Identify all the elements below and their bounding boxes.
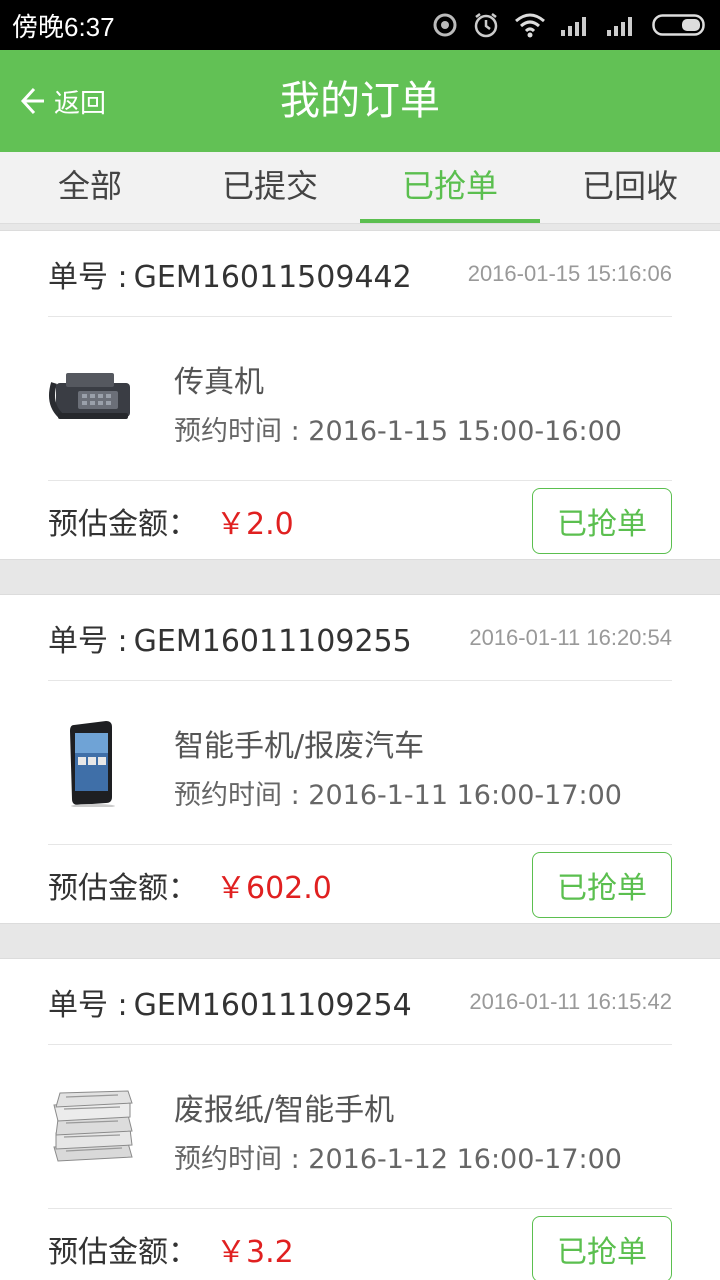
item-name: 传真机 — [174, 365, 264, 400]
alarm-icon — [474, 13, 498, 38]
order-number: 单号 : GEM16011109254 — [48, 980, 412, 1024]
sync-icon — [433, 13, 457, 37]
page-title: 我的订单 — [280, 78, 440, 124]
grabbed-status-button[interactable]: 已抢单 — [532, 488, 672, 554]
grabbed-status-button[interactable]: 已抢单 — [532, 1216, 672, 1280]
order-number: 单号 : GEM16011509442 — [48, 252, 412, 296]
appointment-label: 预约时间 : — [174, 1144, 300, 1175]
signal-icon — [561, 17, 586, 36]
order-number-label: 单号 : — [48, 987, 128, 1023]
tab-grabbed[interactable]: 已抢单 — [360, 152, 540, 223]
status-icons — [432, 11, 708, 39]
order-footer: 预估金额： ￥3.2 已抢单 — [48, 1209, 672, 1280]
estimate-label: 预估金额： — [48, 507, 198, 542]
order-number-value: GEM16011509442 — [133, 259, 412, 295]
order-header: 单号 : GEM16011109255 2016-01-11 16:20:54 — [48, 595, 672, 681]
order-body: 废报纸/智能手机 预约时间 : 2016-1-12 16:00-17:00 — [48, 1045, 672, 1209]
order-list: 单号 : GEM16011509442 2016-01-15 15:16:06 传… — [0, 224, 720, 1280]
order-number-value: GEM16011109255 — [133, 623, 412, 659]
tab-all[interactable]: 全部 — [0, 152, 180, 223]
tab-recycled[interactable]: 已回收 — [540, 152, 720, 223]
order-tabs: 全部 已提交 已抢单 已回收 — [0, 152, 720, 224]
newspaper-stack-image — [53, 1090, 133, 1162]
item-name: 智能手机/报废汽车 — [174, 729, 425, 764]
appointment-label: 预约时间 : — [174, 780, 300, 811]
appointment-value: 2016-1-11 16:00-17:00 — [308, 780, 622, 811]
order-number-value: GEM16011109254 — [133, 987, 412, 1023]
signal-icon-2 — [607, 17, 632, 36]
grabbed-status-button[interactable]: 已抢单 — [532, 852, 672, 918]
wifi-icon — [515, 13, 545, 38]
order-card[interactable]: 单号 : GEM16011509442 2016-01-15 15:16:06 传… — [0, 230, 720, 560]
appointment-time: 预约时间 : 2016-1-11 16:00-17:00 — [174, 773, 622, 812]
order-timestamp: 2016-01-11 16:20:54 — [469, 624, 672, 650]
order-timestamp: 2016-01-15 15:16:06 — [467, 260, 672, 286]
order-number: 单号 : GEM16011109255 — [48, 616, 412, 660]
estimate-label: 预估金额： — [48, 1235, 198, 1270]
battery-icon — [652, 14, 705, 36]
fax-machine-image — [49, 373, 130, 419]
order-body: 智能手机/报废汽车 预约时间 : 2016-1-11 16:00-17:00 — [48, 681, 672, 845]
item-name: 废报纸/智能手机 — [174, 1093, 395, 1128]
appointment-value: 2016-1-15 15:00-16:00 — [308, 416, 622, 447]
order-footer: 预估金额： ￥2.0 已抢单 — [48, 481, 672, 561]
order-number-label: 单号 : — [48, 623, 128, 659]
estimate-price: ￥3.2 — [216, 1235, 294, 1270]
estimate-price: ￥602.0 — [216, 871, 332, 906]
order-footer: 预估金额： ￥602.0 已抢单 — [48, 845, 672, 925]
order-body: 传真机 预约时间 : 2016-1-15 15:00-16:00 — [48, 317, 672, 481]
estimate-price: ￥2.0 — [216, 507, 294, 542]
order-header: 单号 : GEM16011109254 2016-01-11 16:15:42 — [48, 959, 672, 1045]
order-header: 单号 : GEM16011509442 2016-01-15 15:16:06 — [48, 231, 672, 317]
status-time: 傍晚6:37 — [12, 11, 115, 42]
tab-submitted[interactable]: 已提交 — [180, 152, 360, 223]
smartphone-image — [70, 721, 115, 807]
app-header: 返回 我的订单 — [0, 50, 720, 152]
order-number-label: 单号 : — [48, 259, 128, 295]
appointment-label: 预约时间 : — [174, 416, 300, 447]
status-bar: 傍晚6:37 — [0, 0, 720, 50]
order-timestamp: 2016-01-11 16:15:42 — [469, 988, 672, 1014]
order-card[interactable]: 单号 : GEM16011109255 2016-01-11 16:20:54 智… — [0, 594, 720, 924]
appointment-value: 2016-1-12 16:00-17:00 — [308, 1144, 622, 1175]
appointment-time: 预约时间 : 2016-1-15 15:00-16:00 — [174, 409, 622, 448]
estimate-label: 预估金额： — [48, 871, 198, 906]
appointment-time: 预约时间 : 2016-1-12 16:00-17:00 — [174, 1137, 622, 1176]
order-card[interactable]: 单号 : GEM16011109254 2016-01-11 16:15:42 废… — [0, 958, 720, 1280]
